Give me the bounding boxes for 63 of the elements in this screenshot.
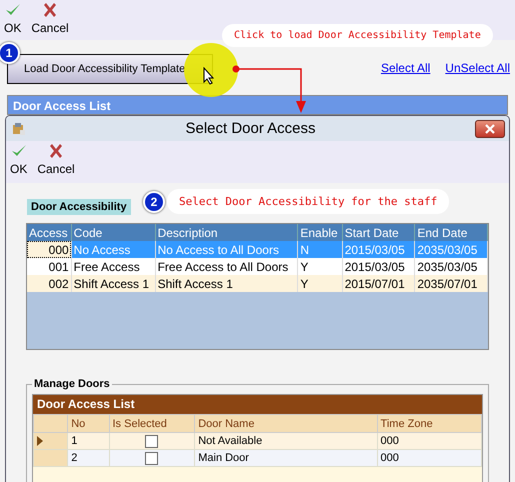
cursor-icon bbox=[203, 67, 215, 85]
table-cell: 2015/03/05 bbox=[342, 241, 415, 258]
table-cell: N bbox=[298, 241, 342, 258]
table-cell: 001 bbox=[27, 258, 72, 275]
toolbar-button[interactable]: Cancel bbox=[30, 0, 70, 35]
table-cell: 2035/03/05 bbox=[414, 258, 488, 275]
table-cell: 1 bbox=[68, 432, 109, 450]
cross-icon bbox=[42, 2, 58, 18]
callout-bubble: Select Door Accessibility for the staff bbox=[167, 189, 450, 214]
cross-icon bbox=[48, 143, 64, 159]
table-cell: Free Access bbox=[71, 258, 156, 275]
toolbar-button[interactable]: Cancel bbox=[36, 141, 76, 176]
table-cell: 2035/03/05 bbox=[414, 241, 488, 258]
click-highlight bbox=[184, 43, 238, 97]
table-cell: 000 bbox=[377, 432, 482, 450]
close-icon bbox=[485, 124, 495, 134]
table-cell: 002 bbox=[27, 275, 72, 292]
table-cell: Y bbox=[298, 275, 342, 292]
column-header[interactable]: Enable bbox=[298, 224, 342, 241]
table-cell: Y bbox=[298, 258, 342, 275]
table-cell: No Access to All Doors bbox=[155, 241, 298, 258]
table-cell: Shift Access 1 bbox=[155, 275, 298, 292]
table-cell: Free Access to All Doors bbox=[155, 258, 298, 275]
column-header[interactable]: Is Selected bbox=[109, 414, 195, 432]
toolbar-button[interactable]: OK bbox=[3, 0, 22, 35]
table-cell: 2035/07/01 bbox=[414, 275, 488, 292]
table-row[interactable]: 001 Free Access Free Access to All Doors Y 2015/03/05 2035/03/05 bbox=[27, 258, 488, 275]
column-header[interactable]: Code bbox=[71, 224, 156, 241]
column-header[interactable]: Description bbox=[155, 224, 298, 241]
table-cell: 000 bbox=[27, 241, 72, 258]
link[interactable]: UnSelect All bbox=[445, 61, 510, 75]
callout-bubble: Click to load Door Accessibility Template bbox=[222, 24, 493, 47]
table-row[interactable]: 002 Shift Access 1 Shift Access 1 Y 2015/07/01 2035/07/01 bbox=[27, 275, 488, 292]
step-number-badge: 2 bbox=[143, 191, 165, 213]
column-header[interactable]: Time Zone bbox=[377, 414, 482, 432]
row-header[interactable] bbox=[34, 432, 68, 450]
toolbar-button[interactable]: OK bbox=[9, 141, 28, 176]
checkbox[interactable] bbox=[145, 452, 158, 464]
table-cell: 2 bbox=[68, 450, 109, 466]
grid-title: Door Access List bbox=[33, 395, 482, 414]
table-cell: Shift Access 1 bbox=[71, 275, 156, 292]
column-header[interactable]: Door Name bbox=[194, 414, 378, 432]
link[interactable]: Select All bbox=[380, 61, 430, 75]
close-button[interactable] bbox=[475, 120, 505, 138]
column-header[interactable]: No bbox=[68, 414, 109, 432]
window-title: Select Door Access bbox=[184, 120, 317, 137]
table-cell: 000 bbox=[377, 450, 482, 466]
group-title: Manage Doors bbox=[33, 378, 111, 390]
table-cell: Main Door bbox=[194, 450, 378, 466]
section-label: Door Accessibility bbox=[27, 199, 131, 215]
table-cell: No Access bbox=[71, 241, 156, 258]
table-row[interactable]: 000 No Access No Access to All Doors N 2015/03/05 2035/03/05 bbox=[27, 241, 488, 258]
panel-header: Door Access List bbox=[7, 95, 508, 115]
column-header[interactable]: End Date bbox=[414, 224, 488, 241]
column-header[interactable]: Access bbox=[27, 224, 72, 241]
current-row-icon bbox=[37, 436, 43, 446]
checkbox[interactable] bbox=[145, 434, 158, 448]
table-cell: 2015/03/05 bbox=[342, 258, 415, 275]
table-cell: Not Available bbox=[194, 432, 378, 450]
app-icon bbox=[12, 122, 26, 136]
step-number-badge: 1 bbox=[0, 42, 20, 64]
column-header[interactable]: Start Date bbox=[342, 224, 415, 241]
table-cell: 2015/07/01 bbox=[342, 275, 415, 292]
